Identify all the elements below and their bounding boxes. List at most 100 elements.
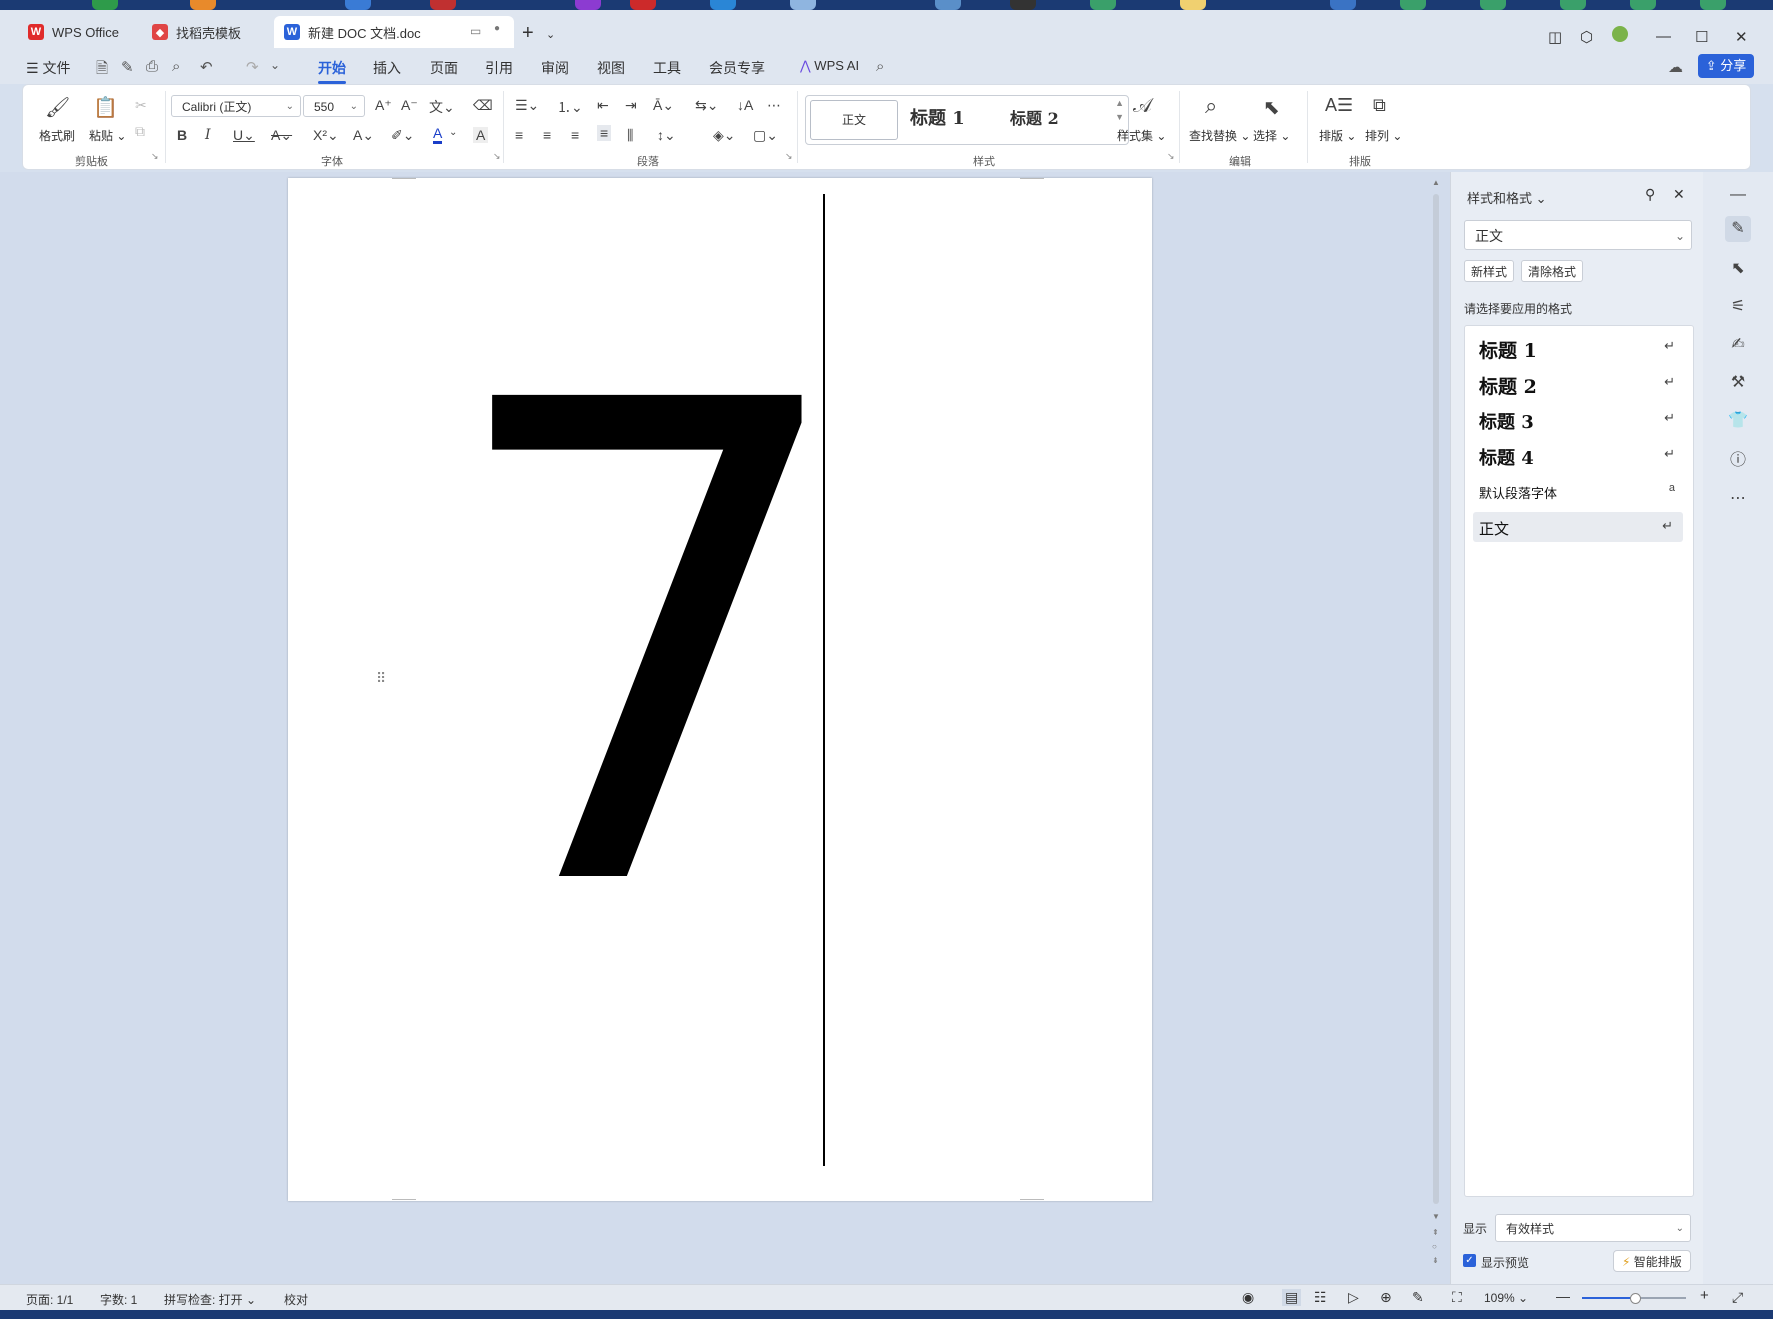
font-name-combo[interactable]: Calibri (正文) ⌄: [171, 95, 301, 117]
line-spacing-icon[interactable]: ↕⌄: [657, 127, 676, 144]
font-grow-icon[interactable]: A⁺: [375, 97, 392, 114]
vertical-scrollbar[interactable]: ▲ ▼ ⇞ ○ ⇟: [1432, 178, 1440, 1265]
save-icon[interactable]: 🗎: [96, 58, 108, 83]
increase-indent-icon[interactable]: ⇥: [625, 97, 637, 114]
browse-object-icon[interactable]: ○: [1432, 1242, 1437, 1251]
distributed-icon[interactable]: ⫼: [627, 127, 633, 144]
style-item-heading3[interactable]: 标题 3 ↵: [1479, 404, 1679, 434]
format-painter-quick-icon[interactable]: ✎: [121, 58, 134, 76]
chevron-down-icon[interactable]: ⌄: [449, 127, 457, 138]
document-text[interactable]: 7: [438, 318, 858, 978]
text-direction-icon[interactable]: Ā⌄: [653, 97, 674, 114]
text-effect-icon[interactable]: A⌄: [353, 127, 374, 144]
tab-home[interactable]: 开始: [318, 58, 346, 84]
scroll-up-icon[interactable]: ▲: [1432, 178, 1440, 187]
tab-wps-office[interactable]: W WPS Office: [18, 16, 133, 48]
avatar[interactable]: [1612, 26, 1628, 42]
close-icon[interactable]: ✕: [1735, 28, 1748, 46]
zoom-out-icon[interactable]: —: [1556, 1288, 1570, 1304]
superscript-icon[interactable]: X²⌄: [313, 127, 339, 144]
print-icon[interactable]: ⎙: [146, 58, 158, 75]
clear-format-button[interactable]: 清除格式: [1521, 260, 1584, 282]
collapse-icon[interactable]: —: [1725, 182, 1751, 208]
select-pointer-icon[interactable]: ⬉: [1725, 256, 1751, 282]
tab-view[interactable]: 视图: [597, 58, 625, 78]
tab-list-chevron-icon[interactable]: ⌄: [546, 28, 555, 41]
eraser-icon[interactable]: ⌫: [473, 97, 493, 114]
copy-icon[interactable]: ⧉: [135, 123, 145, 140]
proofread[interactable]: 校对: [284, 1291, 308, 1308]
tab-insert[interactable]: 插入: [373, 58, 401, 78]
fullscreen-icon[interactable]: ⤢: [1732, 1289, 1743, 1306]
style-item-heading1[interactable]: 标题 1 ↵: [1479, 332, 1679, 362]
current-style-select[interactable]: 正文 ⌄: [1464, 220, 1692, 250]
word-count[interactable]: 字数: 1: [100, 1291, 137, 1308]
tab-docer-templates[interactable]: ◆ 找稻壳模板: [142, 16, 270, 48]
tab-review[interactable]: 审阅: [541, 58, 569, 78]
minimize-icon[interactable]: —: [1656, 28, 1671, 45]
eye-protection-icon[interactable]: ◉: [1242, 1289, 1254, 1306]
font-color-icon[interactable]: A: [433, 125, 443, 144]
style-pen-icon[interactable]: ✎: [1725, 216, 1751, 242]
select-button[interactable]: 选择 ⌄: [1253, 127, 1290, 144]
print-preview-icon[interactable]: ⌕: [172, 58, 180, 75]
style-heading1[interactable]: 标题 1: [910, 100, 1000, 138]
page-view-icon[interactable]: ▤: [1282, 1289, 1302, 1306]
decrease-indent-icon[interactable]: ⇤: [597, 97, 609, 114]
style-item-heading2[interactable]: 标题 2 ↵: [1479, 368, 1679, 398]
style-normal[interactable]: 正文: [810, 100, 898, 140]
tools-icon[interactable]: ⚒: [1725, 370, 1751, 396]
more-icon[interactable]: ⋯: [1725, 486, 1751, 512]
help-icon[interactable]: ⓘ: [1725, 448, 1751, 474]
strikethrough-icon[interactable]: A⌄: [271, 127, 292, 144]
prev-page-icon[interactable]: ⇞: [1432, 1228, 1439, 1237]
gallery-up-icon[interactable]: ▲: [1115, 98, 1124, 108]
align-center-icon[interactable]: ≡: [543, 127, 551, 143]
page-count[interactable]: 页面: 1/1: [26, 1291, 73, 1308]
smart-typeset-button[interactable]: ⚡ 智能排版: [1613, 1250, 1691, 1272]
share-button[interactable]: ⇪ 分享: [1698, 54, 1754, 78]
arrange-button[interactable]: 排列 ⌄: [1365, 127, 1402, 144]
cloud-icon[interactable]: ☁: [1668, 58, 1683, 76]
font-shrink-icon[interactable]: A⁻: [401, 97, 418, 114]
phonetic-guide-icon[interactable]: 文⌄: [429, 97, 455, 117]
paste-button[interactable]: 粘贴 ⌄: [89, 127, 126, 144]
layout-icon[interactable]: ◫: [1548, 28, 1562, 46]
web-view-icon[interactable]: ⊕: [1380, 1289, 1392, 1306]
pen-icon[interactable]: ✎: [1412, 1289, 1424, 1306]
search-icon[interactable]: ⌕: [876, 58, 884, 75]
pin-icon[interactable]: ⚲: [1645, 186, 1655, 203]
cube-icon[interactable]: ⬡: [1580, 28, 1593, 46]
tab-references[interactable]: 引用: [485, 58, 513, 78]
show-filter-select[interactable]: 有效样式 ⌄: [1495, 1214, 1691, 1242]
find-replace-button[interactable]: 查找替换 ⌄: [1189, 127, 1250, 144]
monitor-icon[interactable]: ▭: [470, 24, 481, 38]
format-painter-button[interactable]: 格式刷: [39, 127, 75, 144]
underline-icon[interactable]: U⌄: [233, 127, 255, 144]
bold-icon[interactable]: B: [177, 127, 187, 143]
sort-icon[interactable]: ⇆⌄: [695, 97, 718, 114]
tab-page[interactable]: 页面: [430, 58, 458, 78]
highlight-icon[interactable]: ✐⌄: [391, 127, 414, 144]
styles-launcher-icon[interactable]: ↘: [1167, 151, 1175, 162]
undo-icon[interactable]: ↶: [200, 58, 213, 76]
font-launcher-icon[interactable]: ↘: [493, 151, 501, 162]
show-preview-checkbox[interactable]: ✓: [1463, 1254, 1476, 1267]
style-set-button[interactable]: 样式集 ⌄: [1117, 127, 1166, 144]
maximize-icon[interactable]: ☐: [1695, 28, 1708, 46]
scroll-down-icon[interactable]: ▼: [1432, 1212, 1440, 1221]
properties-sliders-icon[interactable]: ⚟: [1725, 294, 1751, 320]
align-left-icon[interactable]: ≡: [515, 127, 523, 143]
typeset-button[interactable]: 排版 ⌄: [1319, 127, 1356, 144]
drag-handle-icon[interactable]: ⠿: [376, 670, 386, 687]
sort-az-icon[interactable]: ↓A: [737, 97, 753, 113]
paragraph-launcher-icon[interactable]: ↘: [785, 151, 793, 162]
style-item-default-font[interactable]: 默认段落字体 a: [1479, 476, 1679, 506]
next-page-icon[interactable]: ⇟: [1432, 1256, 1439, 1265]
close-panel-icon[interactable]: ✕: [1673, 186, 1685, 203]
shirt-icon[interactable]: 👕: [1725, 408, 1751, 434]
style-item-normal[interactable]: 正文 ↵: [1473, 512, 1683, 542]
redo-icon[interactable]: ↷: [246, 58, 259, 76]
zoom-slider[interactable]: [1582, 1293, 1686, 1304]
quick-access-chevron-icon[interactable]: ⌄: [270, 58, 280, 72]
